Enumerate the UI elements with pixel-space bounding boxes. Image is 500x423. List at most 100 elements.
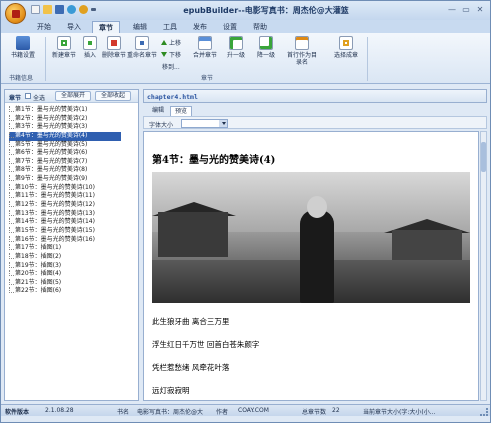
- version-value: 2.1.08.28: [45, 407, 74, 414]
- chapter-illustration: [152, 172, 470, 303]
- poem-line: 凭栏惹愁绪 风牵花叶落: [152, 363, 230, 372]
- document-file-name[interactable]: chapter4.html: [147, 93, 198, 101]
- list-item[interactable]: 第17节：插图(1): [9, 244, 137, 253]
- list-item-selected[interactable]: 第4节：墨与光的赞美诗(4): [9, 131, 121, 141]
- version-label: 软件版本: [5, 409, 30, 416]
- scrollbar-thumb[interactable]: [481, 142, 486, 172]
- globe-icon[interactable]: [67, 5, 76, 14]
- new-file-icon[interactable]: [31, 5, 40, 14]
- list-item[interactable]: 第2节：墨与光的赞美诗(2): [9, 114, 137, 124]
- rename-chapter-icon: [135, 36, 149, 50]
- ribbon-separator: [367, 37, 368, 81]
- group-label-chapter: 章节: [201, 75, 214, 82]
- list-item[interactable]: 第1节：墨与光的赞美诗(1): [9, 106, 137, 115]
- list-item[interactable]: 第14节：墨与光的赞美诗(14): [9, 218, 137, 227]
- tab-import[interactable]: 导入: [63, 21, 85, 33]
- book-settings-button[interactable]: 书籍设置: [7, 36, 39, 59]
- font-toolbar: 字体大小: [143, 116, 487, 129]
- first-line-toc-button[interactable]: 首行作为目录名: [285, 36, 319, 66]
- promote-button[interactable]: 升一级: [223, 36, 249, 59]
- tab-edit-mode[interactable]: 编辑: [148, 106, 168, 116]
- poem-line: 浮生红日千万世 回首白苍朱颜字: [152, 340, 260, 349]
- chapter-list: 第1节：墨与光的赞美诗(1) 第2节：墨与光的赞美诗(2) 第3节：墨与光的赞美…: [9, 106, 137, 296]
- list-item[interactable]: 第11节：墨与光的赞美诗(11): [9, 192, 137, 201]
- new-chapter-button[interactable]: 新建章节: [51, 36, 77, 59]
- list-item[interactable]: 第3节：墨与光的赞美诗(3): [9, 123, 137, 132]
- list-item[interactable]: 第16节：墨与光的赞美诗(16): [9, 235, 137, 245]
- chevron-down-icon: [222, 122, 226, 125]
- merge-chapters-button[interactable]: 合并章节: [192, 36, 218, 59]
- rename-chapter-button[interactable]: 重命名章节: [127, 36, 157, 59]
- delete-chapter-button[interactable]: 删除章节: [101, 36, 127, 59]
- move-down-button[interactable]: 下移: [161, 50, 181, 59]
- font-size-label: 字体大小: [149, 122, 174, 129]
- qat-dropdown-icon[interactable]: [91, 8, 96, 11]
- resize-grip-icon[interactable]: [480, 408, 488, 416]
- insert-icon: [83, 36, 97, 50]
- list-item[interactable]: 第8节：墨与光的赞美诗(8): [9, 166, 137, 175]
- list-item[interactable]: 第22节：插图(6): [9, 287, 137, 296]
- minimize-icon[interactable]: —: [446, 4, 458, 15]
- editor-subtabs: 编辑 预览: [143, 105, 487, 116]
- quick-access-toolbar: [31, 5, 96, 14]
- demote-icon: [259, 36, 273, 50]
- chapter-toolbar: 章节 全选 全部展开 全部收起: [5, 90, 138, 103]
- save-icon[interactable]: [55, 5, 64, 14]
- list-item[interactable]: 第9节：墨与光的赞美诗(9): [9, 175, 137, 184]
- demote-button[interactable]: 降一级: [253, 36, 279, 59]
- current-size-label: 当前章节大小(字:大小(小...: [363, 409, 436, 416]
- font-size-select[interactable]: [181, 119, 228, 128]
- window-title: epubBuilder--电影写真书：周杰伦@大灌篮: [183, 6, 349, 15]
- select-all-checkbox[interactable]: [25, 93, 31, 99]
- tab-tools[interactable]: 工具: [159, 21, 181, 33]
- preview-scrollbar[interactable]: [480, 131, 487, 401]
- move-to-button[interactable]: 移到...: [162, 62, 180, 71]
- expand-all-button[interactable]: 全部展开: [55, 91, 91, 101]
- move-up-button[interactable]: 上移: [161, 38, 181, 47]
- restore-icon[interactable]: ▭: [460, 4, 472, 15]
- tab-publish[interactable]: 发布: [189, 21, 211, 33]
- chapter-panel: 章节 全选 全部展开 全部收起 第1节：墨与光的赞美诗(1) 第2节：墨与光的赞…: [4, 89, 139, 401]
- new-chapter-icon: [57, 36, 71, 50]
- collapse-all-button[interactable]: 全部收起: [95, 91, 131, 101]
- delete-chapter-icon: [107, 36, 121, 50]
- tab-help[interactable]: 帮助: [249, 21, 271, 33]
- tab-edit[interactable]: 编辑: [129, 21, 151, 33]
- select-as-chapter-icon: [339, 36, 353, 50]
- list-item[interactable]: 第6节：墨与光的赞美诗(6): [9, 149, 137, 158]
- settings-icon[interactable]: [79, 5, 88, 14]
- app-menu-button[interactable]: [5, 3, 26, 24]
- promote-icon: [229, 36, 243, 50]
- list-item[interactable]: 第20节：插图(4): [9, 270, 137, 279]
- list-item[interactable]: 第15节：墨与光的赞美诗(15): [9, 226, 137, 236]
- book-settings-icon: [16, 36, 30, 50]
- poem-line: 远灯寂寂明: [152, 386, 190, 395]
- tab-settings[interactable]: 设置: [219, 21, 241, 33]
- open-folder-icon[interactable]: [43, 5, 52, 14]
- author-label: 作者: [216, 409, 229, 416]
- list-item[interactable]: 第18节：插图(2): [9, 252, 137, 262]
- merge-icon: [198, 36, 212, 50]
- window-controls: — ▭ ✕: [446, 4, 486, 15]
- insert-button[interactable]: 插入: [77, 36, 103, 59]
- chapter-count-label: 总章节数: [302, 409, 327, 416]
- close-icon[interactable]: ✕: [474, 4, 486, 15]
- select-as-chapter-button[interactable]: 选择成章: [329, 36, 363, 59]
- ribbon-separator: [45, 37, 46, 81]
- document-tab-header: chapter4.html: [143, 89, 487, 103]
- author-value: COAY.COM: [238, 407, 269, 414]
- list-item[interactable]: 第12节：墨与光的赞美诗(12): [9, 201, 137, 210]
- app-window: epubBuilder--电影写真书：周杰伦@大灌篮 — ▭ ✕ 开始 导入 章…: [0, 0, 491, 423]
- arrow-up-icon: [161, 40, 167, 45]
- tab-start[interactable]: 开始: [33, 21, 55, 33]
- list-item[interactable]: 第5节：墨与光的赞美诗(5): [9, 140, 137, 150]
- list-item[interactable]: 第19节：插图(3): [9, 261, 137, 271]
- status-bar: 软件版本 2.1.08.28 书名 电影写真书：周杰伦@大 作者 COAY.CO…: [1, 404, 490, 416]
- arrow-down-icon: [161, 52, 167, 57]
- title-bar: epubBuilder--电影写真书：周杰伦@大灌篮 — ▭ ✕: [1, 1, 490, 20]
- chapter-heading: 第4节：墨与光的赞美诗(4): [152, 155, 276, 166]
- group-label-book-info: 书籍信息: [9, 75, 34, 82]
- first-line-toc-icon: [295, 36, 309, 50]
- tab-preview-mode[interactable]: 预览: [170, 106, 192, 116]
- tab-chapter[interactable]: 章节: [92, 21, 120, 33]
